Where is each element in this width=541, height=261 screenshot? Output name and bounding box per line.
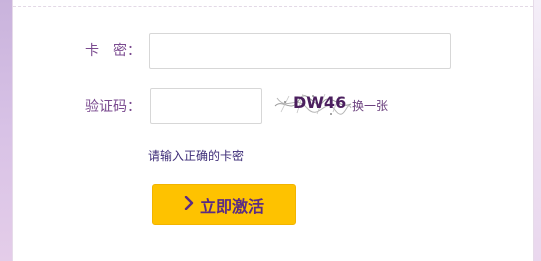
card-key-input[interactable]: [149, 33, 451, 69]
top-divider: [13, 6, 533, 7]
left-decorative-strip: [0, 0, 12, 261]
card-key-label: 卡 密：: [85, 43, 141, 59]
captcha-input[interactable]: [150, 88, 262, 124]
captcha-text: DW46: [293, 93, 346, 112]
chevron-right-icon: [184, 195, 194, 214]
captcha-label: 验证码：: [85, 99, 141, 115]
captcha-image[interactable]: DW46: [273, 88, 353, 118]
activate-button[interactable]: 立即激活: [152, 184, 296, 225]
activate-button-label: 立即激活: [199, 196, 264, 216]
refresh-captcha-link[interactable]: 换一张: [352, 97, 388, 114]
error-message: 请输入正确的卡密: [148, 149, 245, 163]
activation-card: 卡 密： 验证码： DW46 换一张 请输入正确的卡密 立即激活: [12, 0, 534, 261]
